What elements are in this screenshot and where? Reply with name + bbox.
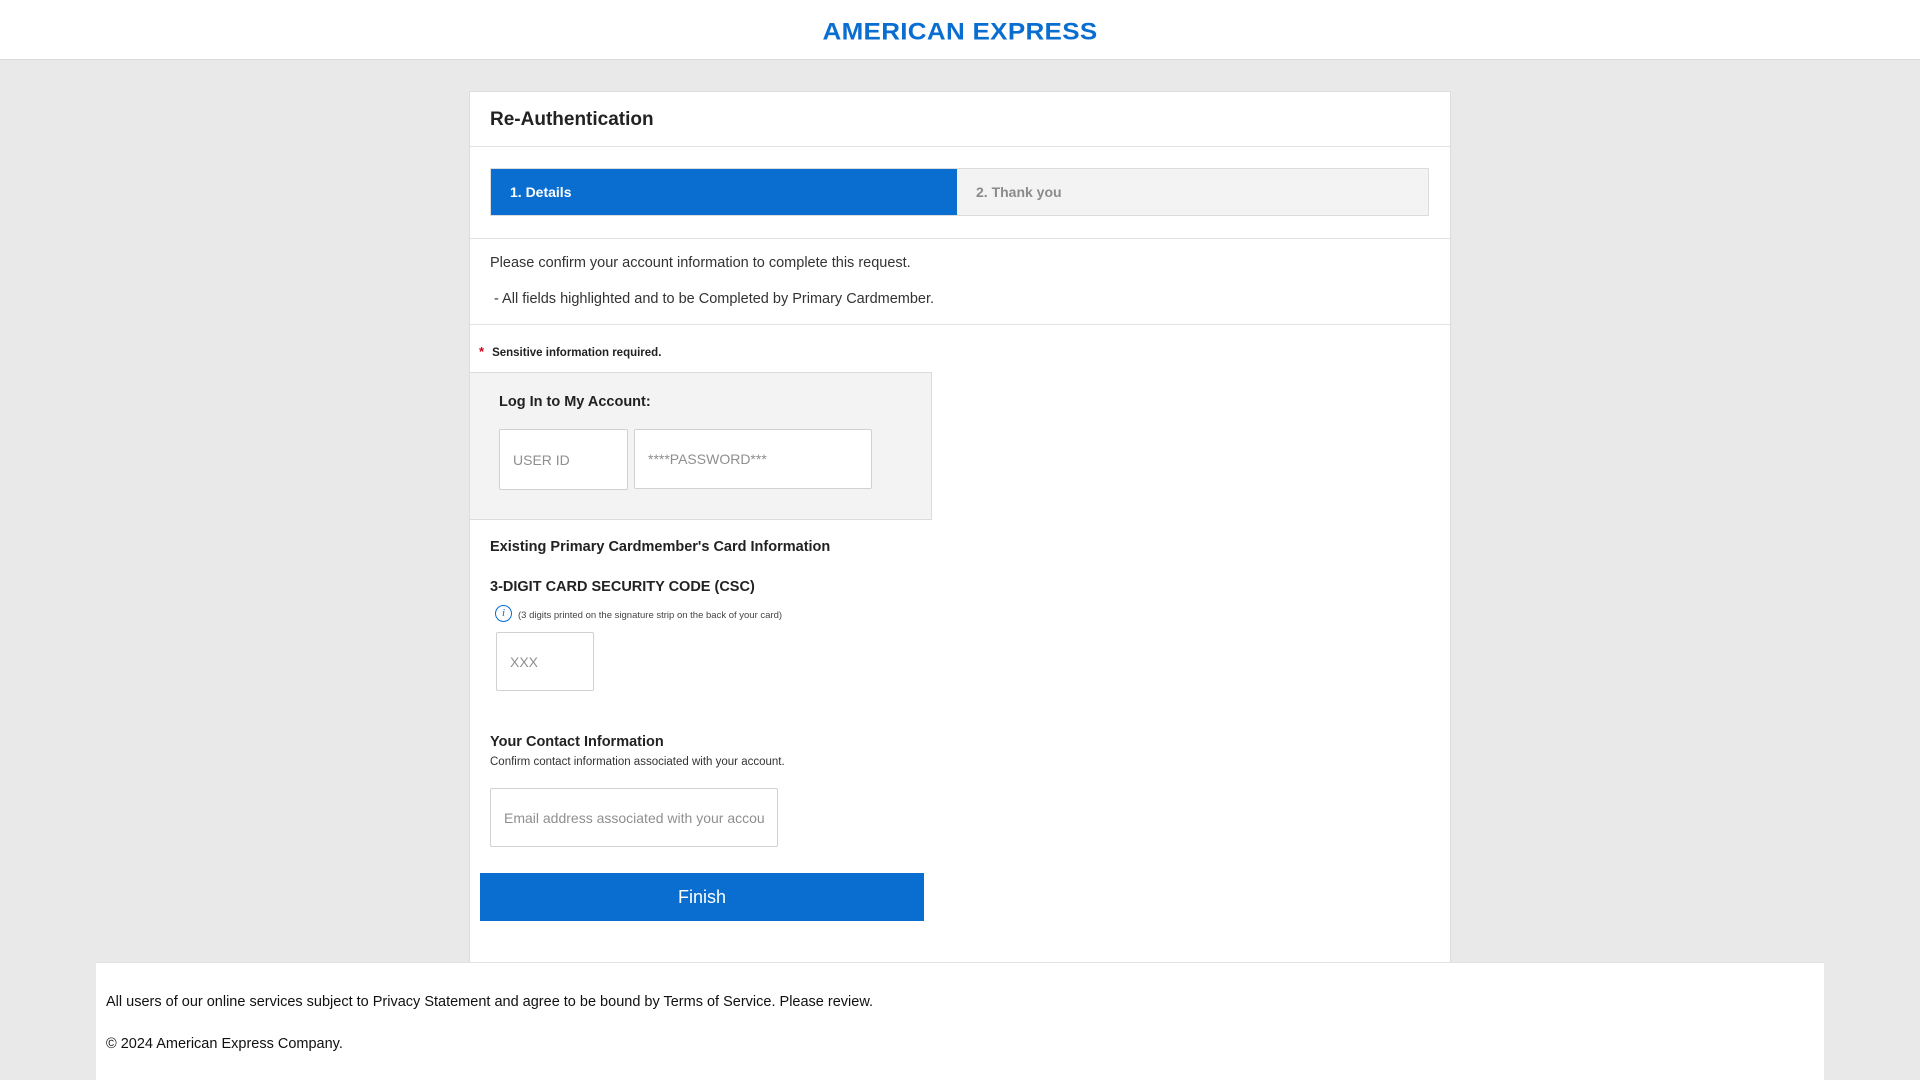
login-title: Log In to My Account:	[499, 394, 651, 410]
sensitive-note-text: Sensitive information required.	[492, 347, 662, 359]
intro-text: Please confirm your account information …	[490, 255, 911, 271]
divider	[470, 238, 1450, 239]
sensitive-note: * Sensitive information required.	[479, 344, 661, 359]
progress-steps: 1. Details 2. Thank you	[490, 168, 1429, 216]
amex-logo[interactable]: AMERICAN EXPRESS	[0, 17, 1920, 46]
email-input[interactable]	[490, 788, 778, 847]
csc-input[interactable]	[496, 632, 594, 691]
login-panel: Log In to My Account:	[470, 372, 932, 520]
card-info-title: Existing Primary Cardmember's Card Infor…	[490, 539, 831, 555]
instruction-bullet: - All fields highlighted and to be Compl…	[494, 291, 935, 307]
password-input[interactable]	[634, 429, 872, 489]
divider	[470, 324, 1450, 325]
footer: All users of our online services subject…	[96, 962, 1824, 1080]
info-icon[interactable]: i	[495, 605, 512, 622]
contact-subtitle: Confirm contact information associated w…	[490, 756, 785, 768]
finish-button[interactable]: Finish	[480, 873, 924, 921]
step-details: 1. Details	[491, 169, 957, 215]
top-header: AMERICAN EXPRESS	[0, 0, 1920, 60]
user-id-input[interactable]	[499, 429, 628, 490]
footer-copyright: © 2024 American Express Company.	[106, 1036, 343, 1052]
reauth-card: Re-Authentication 1. Details 2. Thank yo…	[469, 91, 1451, 963]
footer-terms: All users of our online services subject…	[106, 994, 874, 1010]
step-thank-you: 2. Thank you	[957, 169, 1428, 215]
required-star-icon: *	[479, 344, 485, 359]
contact-title: Your Contact Information	[490, 734, 664, 750]
csc-label: 3-DIGIT CARD SECURITY CODE (CSC)	[490, 579, 755, 595]
page-title: Re-Authentication	[490, 109, 654, 130]
card-header: Re-Authentication	[470, 92, 1450, 147]
csc-hint: (3 digits printed on the signature strip…	[518, 610, 783, 621]
